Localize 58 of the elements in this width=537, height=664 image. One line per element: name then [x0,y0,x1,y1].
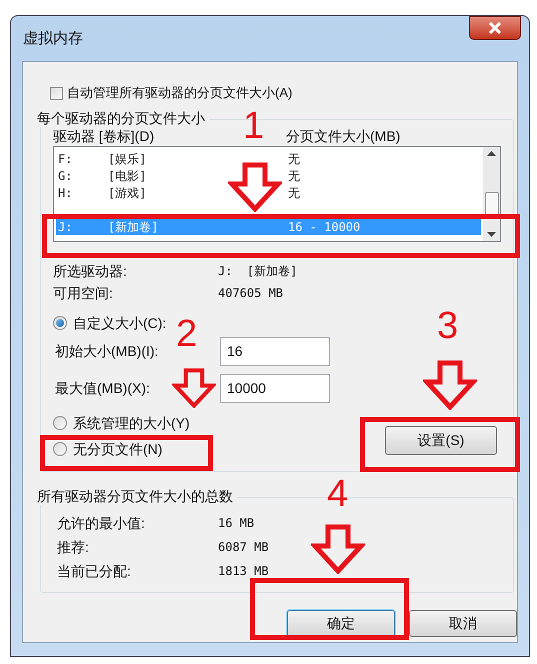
down-arrow-drawing [228,162,282,212]
info-label: 可用空间: [53,284,113,300]
drive-letter: G: [58,168,74,184]
drive-letter: J: [58,218,74,236]
down-arrow-drawing [172,368,216,408]
dialog-button[interactable]: 确定 [287,610,395,637]
field-label: 初始大小(MB)(I): [55,342,158,358]
scrollbar-thumb[interactable] [484,192,498,216]
column-header: 分页文件大小(MB) [286,126,400,146]
info-value: J: [新加卷] [218,263,298,280]
info-value: 16 MB [218,515,254,532]
drive-size: 无 [288,184,300,202]
drive-row[interactable]: H: [游戏] 无 [56,184,481,201]
info-label: 当前已分配: [57,562,131,578]
drive-size: 无 [288,150,300,168]
info-value: 1813 MB [218,563,269,580]
close-button[interactable] [469,16,521,40]
step-number: 1 [243,108,264,144]
radio-button[interactable] [53,416,67,430]
drive-row[interactable]: G: [电影] 无 [56,167,481,184]
info-value: 407605 MB [218,285,284,302]
info-value: 6087 MB [218,539,269,556]
checkbox[interactable] [50,86,63,100]
scrollbar[interactable] [483,147,500,241]
drive-row[interactable]: F: [娱乐] 无 [56,150,481,167]
set-button[interactable]: 设置(S) [385,426,497,454]
down-arrow-drawing [423,360,477,410]
radio-label: 系统管理的大小(Y) [73,414,190,433]
scroll-up-icon[interactable] [487,151,496,156]
info-label: 推荐: [57,538,89,554]
close-icon [488,22,502,34]
drive-label: [电影] [108,168,148,184]
step-number: 4 [327,476,348,512]
down-arrow-drawing [311,524,365,574]
drive-label: [娱乐] [108,150,148,168]
radio-label: 无分页文件(N) [73,440,162,459]
checkbox-label: 自动管理所有驱动器的分页文件大小(A) [67,84,292,102]
drive-label: [游戏] [108,184,148,202]
radio-button[interactable] [53,316,67,330]
input-field[interactable]: 10000 [220,374,330,402]
drive-size: 16 - 10000 [288,218,360,236]
step-number: 3 [437,308,458,344]
input-field[interactable]: 16 [220,336,330,366]
drive-letter: F: [58,150,74,168]
info-label: 所选驱动器: [53,262,127,278]
step-number: 2 [176,316,198,352]
drive-size: 无 [288,168,300,184]
column-header: 驱动器 [卷标](D) [53,128,154,144]
drive-label: [新加卷] [108,218,160,236]
dialog-button[interactable]: 取消 [409,610,517,637]
info-label: 允许的最小值: [57,514,145,530]
field-label: 最大值(MB)(X): [55,380,150,396]
radio-button[interactable] [53,442,67,456]
drive-letter: H: [58,184,74,202]
radio-label: 自定义大小(C): [73,314,166,333]
drive-list[interactable]: F: [娱乐] 无 G: [电影] 无 H: [游戏] 无 J: [新加卷] 16 - 10000 [53,146,501,242]
window-title: 虚拟内存 [23,29,83,49]
scroll-down-icon[interactable] [487,232,496,237]
